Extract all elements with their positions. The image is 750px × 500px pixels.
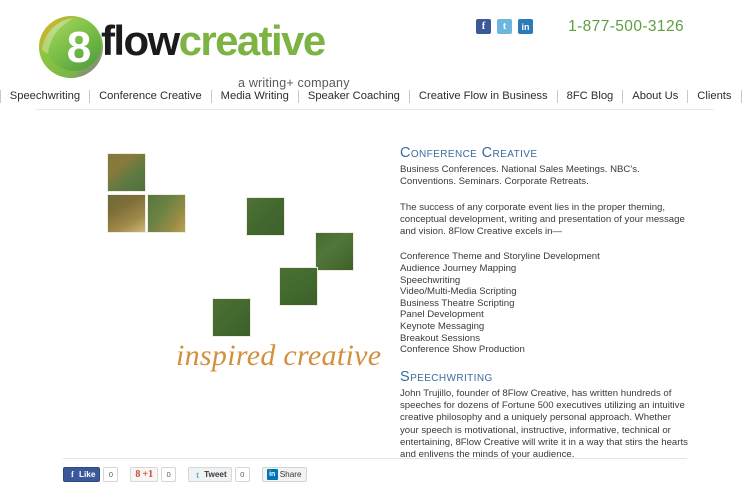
logo-swirl-icon: 8 bbox=[39, 16, 103, 78]
googleplus-button[interactable]: 8 +1 bbox=[130, 467, 159, 482]
conference-creative-paragraph: The success of any corporate event lies … bbox=[400, 201, 685, 238]
leaf-tile-4 bbox=[246, 197, 285, 236]
facebook-icon[interactable]: f bbox=[476, 19, 491, 34]
list-item: Panel Development bbox=[400, 309, 484, 321]
conference-creative-heading: Conference Creative bbox=[400, 145, 538, 161]
nav-item-speaker-coaching[interactable]: Speaker Coaching bbox=[299, 89, 409, 103]
linkedin-icon: in bbox=[266, 469, 278, 480]
twitter-tweet-group: t Tweet 0 bbox=[188, 467, 250, 482]
hero-tagline: inspired creative bbox=[176, 339, 382, 372]
twitter-icon: t bbox=[196, 469, 200, 480]
leaf-tile-5 bbox=[315, 232, 354, 271]
leaf-tile-6 bbox=[279, 267, 318, 306]
linkedin-share-label: Share bbox=[279, 470, 302, 479]
logo-word-flow: flow bbox=[101, 17, 180, 64]
linkedin-share-group: in Share bbox=[261, 467, 307, 482]
facebook-like-group: f Like 0 bbox=[63, 467, 119, 482]
nav-item-creative-flow-in-business[interactable]: Creative Flow in Business bbox=[410, 89, 557, 103]
nav-item-media-writing[interactable]: Media Writing bbox=[212, 89, 298, 103]
speechwriting-heading: Speechwriting bbox=[400, 368, 493, 385]
list-item: Speechwriting bbox=[400, 274, 461, 286]
site-header: 8 flowcreative a writing+ company f t in… bbox=[0, 0, 750, 90]
facebook-icon: f bbox=[71, 470, 74, 479]
googleplus-label: +1 bbox=[142, 469, 154, 480]
speechwriting-paragraph: John Trujillo, founder of 8Flow Creative… bbox=[400, 387, 688, 461]
list-item: Business Theatre Scripting bbox=[400, 297, 515, 309]
svg-text:8: 8 bbox=[67, 23, 91, 72]
list-item: Conference Theme and Storyline Developme… bbox=[400, 251, 600, 263]
main-content-column: Conference Creative Business Conferences… bbox=[400, 145, 688, 461]
nav-item-contact[interactable]: Contact bbox=[742, 89, 750, 103]
googleplus-count: 0 bbox=[161, 467, 177, 482]
twitter-icon[interactable]: t bbox=[497, 19, 512, 34]
nav-item-conference-creative[interactable]: Conference Creative bbox=[90, 89, 211, 103]
leaf-tile-1 bbox=[107, 153, 146, 192]
nav-item-about-us[interactable]: About Us bbox=[623, 89, 687, 103]
conference-services-list: Conference Theme and Storyline Developme… bbox=[400, 251, 688, 355]
social-share-bar: f Like 0 8 +1 0 t Tweet 0 in Share bbox=[63, 467, 319, 482]
facebook-like-button[interactable]: f Like bbox=[63, 467, 101, 482]
googleplus-icon: 8 bbox=[135, 469, 141, 480]
logo-wordmark: flowcreative bbox=[101, 17, 327, 64]
list-item: Audience Journey Mapping bbox=[400, 263, 517, 275]
footer-divider bbox=[63, 458, 687, 459]
header-social-links: f t in bbox=[476, 19, 533, 34]
nav-item-speechwriting[interactable]: Speechwriting bbox=[1, 89, 89, 103]
site-logo[interactable]: 8 flowcreative a writing+ company bbox=[38, 14, 349, 90]
leaf-tile-2 bbox=[107, 194, 146, 233]
phone-number[interactable]: 1-877-500-3126 bbox=[568, 18, 684, 36]
list-item: Keynote Messaging bbox=[400, 320, 485, 332]
linkedin-icon[interactable]: in bbox=[518, 19, 533, 34]
twitter-tweet-count: 0 bbox=[234, 467, 250, 482]
twitter-tweet-button[interactable]: t Tweet bbox=[188, 467, 232, 482]
nav-bottom-rule bbox=[36, 109, 714, 110]
logo-tagline: a writing+ company bbox=[238, 76, 350, 90]
nav-item-clients[interactable]: Clients bbox=[688, 89, 740, 103]
list-item: Video/Multi-Media Scripting bbox=[400, 286, 517, 298]
facebook-like-label: Like bbox=[79, 470, 96, 479]
twitter-tweet-label: Tweet bbox=[204, 470, 227, 479]
facebook-like-count: 0 bbox=[103, 467, 119, 482]
logo-word-creative: creative bbox=[178, 17, 327, 64]
list-item: Breakout Sessions bbox=[400, 332, 480, 344]
nav-item-8fc-blog[interactable]: 8FC Blog bbox=[558, 89, 623, 103]
leaf-tile-7 bbox=[212, 298, 251, 337]
conference-creative-intro: Business Conferences. National Sales Mee… bbox=[400, 163, 640, 188]
linkedin-share-button[interactable]: in Share bbox=[261, 467, 307, 482]
main-navigation: Home Speechwriting Conference Creative M… bbox=[0, 89, 750, 103]
hero-image-mosaic bbox=[0, 120, 395, 350]
list-item: Conference Show Production bbox=[400, 344, 525, 356]
page-root: 8 flowcreative a writing+ company f t in… bbox=[0, 0, 750, 500]
googleplus-group: 8 +1 0 bbox=[130, 467, 177, 482]
leaf-tile-3 bbox=[147, 194, 186, 233]
